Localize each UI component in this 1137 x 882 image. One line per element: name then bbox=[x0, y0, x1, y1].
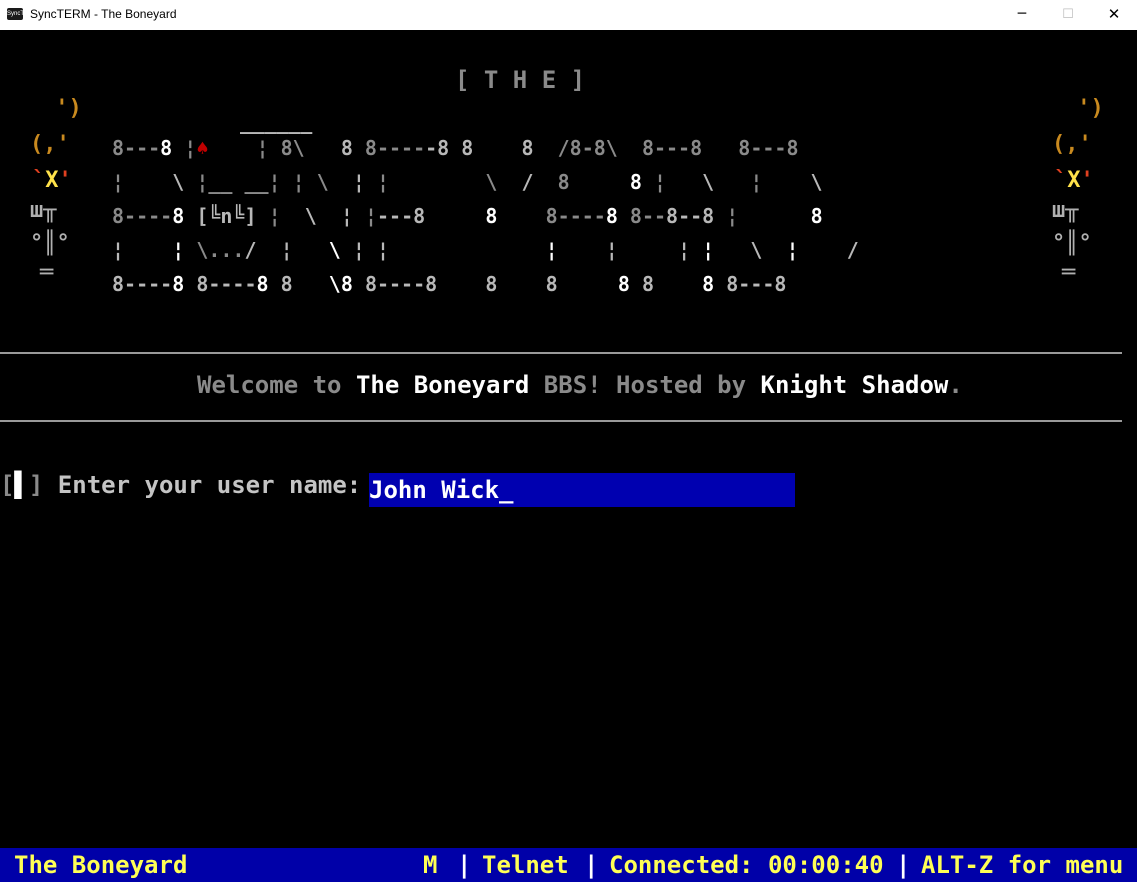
username-input[interactable]: John Wick_ bbox=[369, 473, 795, 507]
username-prompt: [▌] Enter your user name: bbox=[0, 471, 376, 499]
status-bar: The Boneyard M | Telnet | Connected: 00:… bbox=[0, 848, 1137, 882]
ascii-art-line: ¦ \ ¦__ __¦ ¦ \ ¦ ¦ \ / 8 8 ¦ \ ¦ \ bbox=[112, 170, 823, 194]
ascii-art-line: ______ bbox=[240, 110, 313, 134]
torch-flame-icon: ') bbox=[42, 96, 82, 121]
welcome-message: Welcome to The Boneyard BBS! Hosted by K… bbox=[197, 371, 963, 399]
status-mode: M bbox=[423, 851, 438, 879]
torch-flame-icon: `X' bbox=[1054, 168, 1094, 193]
terminal-screen[interactable]: [ T H E ] ') (,' `X' ш╥ °║° ═ ') (,' `X'… bbox=[0, 30, 1137, 882]
torch-base-icon: ш╥ bbox=[1052, 198, 1079, 223]
torch-flame-icon: (,' bbox=[1052, 132, 1092, 157]
status-separator: | bbox=[584, 851, 599, 879]
ascii-art-line: ¦ ¦ \.../ ¦ \ ¦ ¦ ¦ ¦ ¦ ¦ \ ¦ / bbox=[112, 238, 859, 262]
torch-stand-icon: ═ bbox=[1062, 260, 1076, 285]
board-name: The Boneyard bbox=[355, 371, 530, 399]
torch-flame-icon: (,' bbox=[30, 132, 70, 157]
torch-stand-icon: °║° bbox=[30, 231, 70, 256]
torch-base-icon: ш╥ bbox=[30, 198, 57, 223]
divider bbox=[0, 420, 1122, 422]
status-separator: | bbox=[896, 851, 911, 879]
ascii-art-line: 8----8 8----8 8 \8 8----8 8 8 8 8 8 8---… bbox=[112, 272, 787, 296]
ascii-art-line: 8----8 [╚n╚] ¦ \ ¦ ¦---8 8 8----8 8--8--… bbox=[112, 204, 823, 228]
banner-the-title: [ T H E ] bbox=[455, 66, 586, 94]
status-board-name: The Boneyard bbox=[14, 851, 188, 879]
prompt-marker-icon: ▌ bbox=[14, 471, 29, 499]
torch-flame-icon: ') bbox=[1064, 96, 1104, 121]
app-icon: SyncTERM bbox=[7, 8, 37, 20]
text-cursor: _ bbox=[499, 476, 514, 504]
minimize-button[interactable]: ─ bbox=[999, 0, 1045, 30]
close-button[interactable]: ✕ bbox=[1091, 0, 1137, 30]
torch-stand-icon: ═ bbox=[40, 260, 54, 285]
divider bbox=[0, 352, 1122, 354]
status-connected-timer: Connected: 00:00:40 bbox=[609, 851, 884, 879]
sysop-name: Knight Shadow bbox=[760, 371, 949, 399]
window-title: SyncTERM - The Boneyard bbox=[30, 7, 177, 21]
torch-flame-icon: `X' bbox=[32, 168, 72, 193]
torch-stand-icon: °║° bbox=[1052, 231, 1092, 256]
ascii-art-line: 8---8 ¦♠ ¦ 8\ 8 8-----8 8 8 /8-8\ 8---8 … bbox=[112, 136, 799, 160]
maximize-button[interactable]: ☐ bbox=[1045, 0, 1091, 30]
window-titlebar: SyncTERM SyncTERM - The Boneyard ─ ☐ ✕ bbox=[0, 0, 1137, 30]
status-separator: | bbox=[457, 851, 472, 879]
status-protocol: Telnet bbox=[482, 851, 569, 879]
status-menu-hint: ALT-Z for menu bbox=[921, 851, 1124, 879]
